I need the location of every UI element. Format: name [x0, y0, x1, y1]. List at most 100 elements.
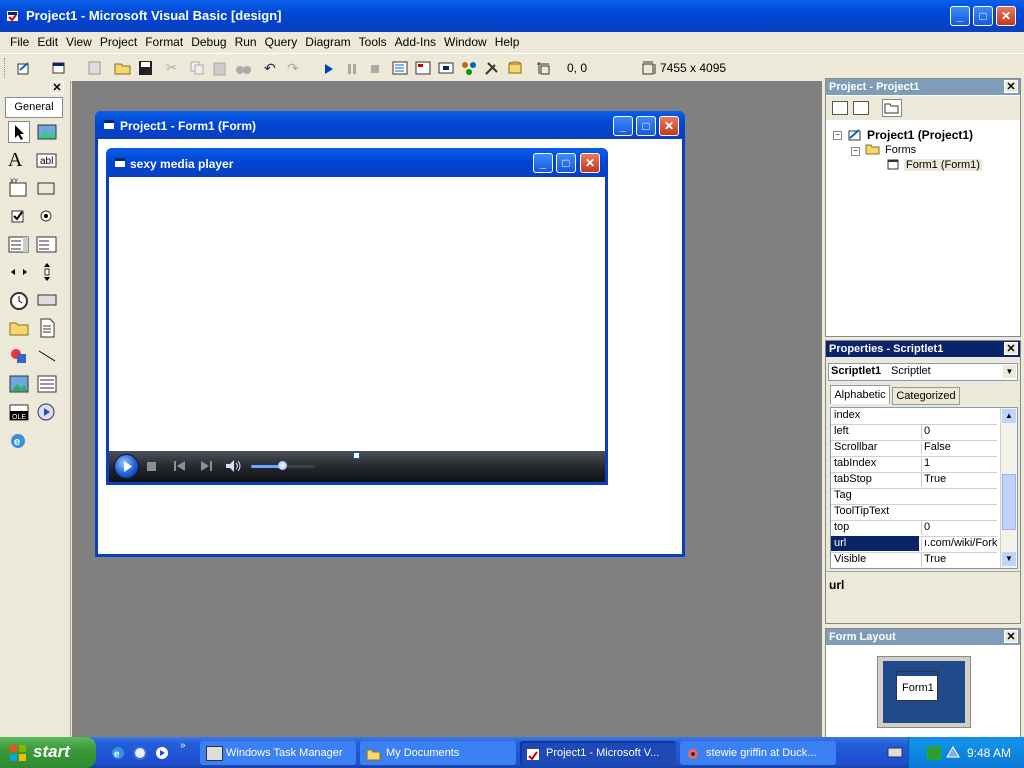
- find-icon[interactable]: [235, 60, 253, 76]
- inner-form-minimize-button[interactable]: _: [533, 153, 553, 173]
- checkbox-tool[interactable]: [8, 205, 30, 227]
- timer-tool[interactable]: [8, 289, 30, 311]
- project-explorer-close-button[interactable]: ✕: [1004, 80, 1018, 93]
- inner-form-window[interactable]: sexy media player _ □ ✕: [106, 148, 608, 485]
- taskbar-item-my-documents[interactable]: My Documents: [360, 741, 516, 765]
- property-value[interactable]: False: [921, 440, 1002, 455]
- taskbar-item-task-manager[interactable]: Windows Task Manager: [200, 741, 356, 765]
- stop-button[interactable]: [147, 462, 156, 471]
- property-value[interactable]: True: [921, 552, 1002, 567]
- tray-network-icon[interactable]: [945, 745, 961, 759]
- pointer-tool[interactable]: [8, 121, 30, 143]
- form1-item-label[interactable]: Form1 (Form1): [904, 159, 982, 171]
- filelistbox-tool[interactable]: [36, 317, 58, 339]
- taskbar-item-browser[interactable]: stewie griffin at Duck...: [680, 741, 836, 765]
- open-folder-icon[interactable]: [114, 60, 132, 76]
- data-tool[interactable]: [36, 373, 58, 395]
- property-row-selected[interactable]: url ı.com/wiki/Fork: [831, 536, 997, 553]
- property-row[interactable]: tabIndex 1: [831, 456, 997, 473]
- menu-query[interactable]: Query: [261, 31, 302, 53]
- menu-view[interactable]: View: [62, 31, 96, 53]
- property-row[interactable]: index: [831, 408, 997, 425]
- menu-run[interactable]: Run: [231, 31, 261, 53]
- end-icon[interactable]: [366, 60, 384, 76]
- menu-window[interactable]: Window: [440, 31, 491, 53]
- optionbutton-tool[interactable]: [36, 205, 58, 227]
- maximize-button[interactable]: □: [973, 6, 993, 26]
- menu-debug[interactable]: Debug: [187, 31, 230, 53]
- form-designer-minimize-button[interactable]: _: [613, 116, 633, 136]
- form1-thumbnail[interactable]: Form1: [896, 671, 938, 701]
- ie-quicklaunch-icon[interactable]: e: [110, 745, 126, 761]
- shape-tool[interactable]: [8, 345, 30, 367]
- view-code-icon[interactable]: [832, 101, 848, 115]
- image-tool[interactable]: [8, 373, 30, 395]
- taskbar-item-visual-basic[interactable]: Project1 - Microsoft V...: [520, 741, 676, 765]
- toggle-folders-icon[interactable]: [882, 99, 902, 117]
- form-designer-maximize-button[interactable]: □: [636, 116, 656, 136]
- chevron-down-icon[interactable]: ▼: [1003, 365, 1016, 378]
- label-tool[interactable]: A: [8, 149, 30, 171]
- scroll-down-icon[interactable]: ▼: [1002, 552, 1016, 566]
- tab-categorized[interactable]: Categorized: [892, 387, 960, 405]
- project-explorer-icon[interactable]: [391, 60, 409, 76]
- property-value[interactable]: True: [921, 472, 1002, 487]
- cut-icon[interactable]: ✂: [166, 60, 184, 76]
- menu-edit[interactable]: Edit: [33, 31, 62, 53]
- property-value[interactable]: 0: [921, 520, 1002, 535]
- property-value[interactable]: 1: [921, 456, 1002, 471]
- media-quicklaunch-icon[interactable]: [154, 745, 170, 761]
- property-row[interactable]: ToolTipText: [831, 504, 997, 521]
- picturebox-tool[interactable]: [36, 121, 58, 143]
- project-root-label[interactable]: Project1 (Project1): [867, 128, 973, 142]
- menu-help[interactable]: Help: [491, 31, 524, 53]
- forms-collapse-icon[interactable]: −: [851, 147, 860, 156]
- menu-diagram[interactable]: Diagram: [301, 31, 354, 53]
- property-row[interactable]: Visible True: [831, 552, 997, 568]
- firefox-quicklaunch-icon[interactable]: [132, 745, 148, 761]
- scroll-up-icon[interactable]: ▲: [1002, 409, 1016, 423]
- property-row[interactable]: Scrollbar False: [831, 440, 997, 457]
- inner-form-client[interactable]: [109, 177, 605, 451]
- property-row[interactable]: Tag: [831, 488, 997, 505]
- form-designer-close-button[interactable]: ✕: [659, 116, 679, 136]
- selection-handle[interactable]: [353, 452, 360, 459]
- view-object-icon[interactable]: [853, 101, 869, 115]
- property-row[interactable]: tabStop True: [831, 472, 997, 489]
- data-view-icon[interactable]: [506, 60, 524, 76]
- next-button[interactable]: [199, 460, 213, 472]
- start-button[interactable]: start: [0, 737, 96, 768]
- properties-window-icon[interactable]: [414, 60, 432, 76]
- scroll-thumb[interactable]: [1002, 474, 1016, 530]
- inner-form-close-button[interactable]: ✕: [580, 153, 600, 173]
- menu-editor-icon[interactable]: [86, 60, 104, 76]
- drivelistbox-tool[interactable]: [36, 289, 58, 311]
- property-value[interactable]: 0: [921, 424, 1002, 439]
- add-project-icon[interactable]: [16, 60, 34, 76]
- property-row[interactable]: top 0: [831, 520, 997, 537]
- forms-folder-label[interactable]: Forms: [885, 144, 916, 156]
- clock[interactable]: 9:48 AM: [967, 746, 1011, 760]
- menu-format[interactable]: Format: [141, 31, 187, 53]
- mute-button[interactable]: [225, 459, 243, 473]
- undo-icon[interactable]: ↶: [264, 60, 282, 76]
- inner-form-maximize-button[interactable]: □: [556, 153, 576, 173]
- redo-icon[interactable]: ↷: [287, 60, 305, 76]
- vscrollbar-tool[interactable]: [36, 261, 58, 283]
- quicklaunch-chevron-icon[interactable]: »: [180, 740, 186, 751]
- volume-slider-thumb[interactable]: [278, 461, 287, 470]
- line-tool[interactable]: [36, 345, 58, 367]
- minimize-button[interactable]: _: [950, 6, 970, 26]
- menu-add-ins[interactable]: Add-Ins: [391, 31, 440, 53]
- start-icon[interactable]: [320, 60, 338, 76]
- dirlistbox-tool[interactable]: [8, 317, 30, 339]
- listbox-tool[interactable]: [36, 233, 58, 255]
- webbrowser-tool[interactable]: e: [8, 429, 30, 451]
- toolbox-tab-general[interactable]: General: [5, 97, 63, 118]
- property-value-input[interactable]: ı.com/wiki/Fork: [921, 536, 1002, 551]
- menu-tools[interactable]: Tools: [355, 31, 391, 53]
- toolbox-close-button[interactable]: ✕: [50, 81, 64, 94]
- paste-icon[interactable]: [212, 60, 230, 76]
- hscrollbar-tool[interactable]: [8, 261, 30, 283]
- frame-tool[interactable]: XY: [8, 177, 30, 199]
